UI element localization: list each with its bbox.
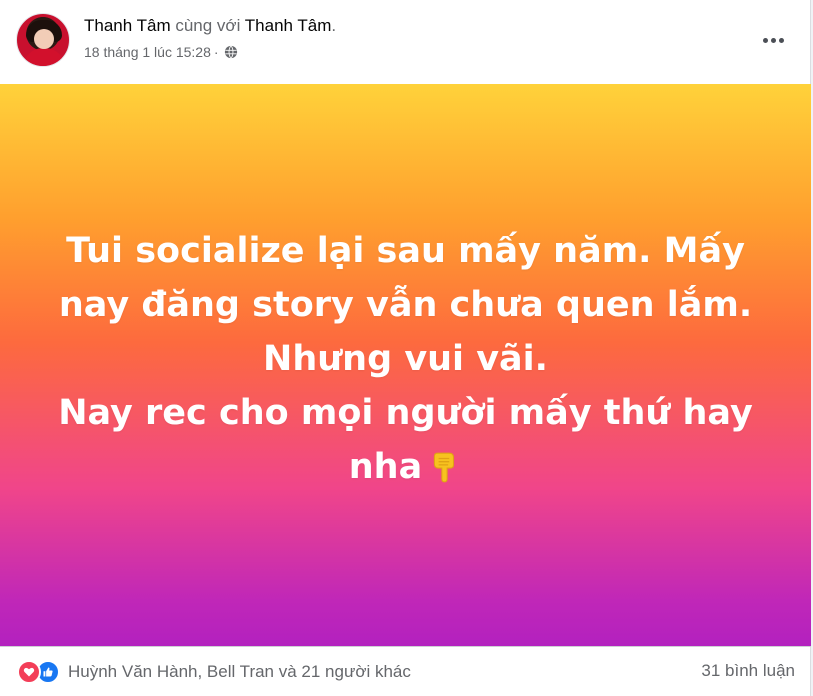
post-text-line: nay đăng story vẫn chưa quen lắm. — [58, 285, 753, 325]
post-text-line: Nay rec cho mọi người mấy thứ hay — [58, 393, 753, 433]
post-text-line: nha — [348, 447, 423, 487]
reactions-summary[interactable]: Huỳnh Văn Hành, Bell Tran và 21 người kh… — [17, 660, 411, 684]
period: . — [331, 16, 337, 35]
author-avatar[interactable] — [16, 13, 70, 67]
post-header: Thanh Tâm cùng với Thanh Tâm. 18 tháng 1… — [0, 0, 811, 84]
comment-count[interactable]: 31 bình luận — [701, 661, 795, 681]
post-meta: 18 tháng 1 lúc 15:28 · — [84, 44, 238, 60]
thumbs-up-icon — [43, 667, 53, 677]
post-card: Thanh Tâm cùng với Thanh Tâm. 18 tháng 1… — [0, 0, 811, 696]
post-text: Tui socialize lại sau mấy năm. Mấy nay đ… — [46, 224, 766, 494]
author-name[interactable]: Thanh Tâm — [84, 16, 171, 35]
globe-icon[interactable] — [224, 45, 238, 59]
post-background: Tui socialize lại sau mấy năm. Mấy nay đ… — [0, 84, 811, 646]
post-text-line-last: nha — [46, 440, 766, 494]
reaction-names[interactable]: Huỳnh Văn Hành, Bell Tran và 21 người kh… — [68, 662, 411, 682]
tagged-name[interactable]: Thanh Tâm — [245, 16, 332, 35]
author-line: Thanh Tâm cùng với Thanh Tâm. — [84, 16, 336, 36]
post-text-line: Nhưng vui vãi. — [263, 339, 548, 379]
post-timestamp[interactable]: 18 tháng 1 lúc 15:28 — [84, 44, 211, 60]
post-footer: Huỳnh Văn Hành, Bell Tran và 21 người kh… — [0, 646, 811, 696]
post-text-line: Tui socialize lại sau mấy năm. Mấy — [66, 231, 745, 271]
more-options-icon — [762, 37, 768, 43]
heart-icon — [23, 667, 35, 677]
more-options-button[interactable] — [755, 22, 791, 58]
love-icon — [17, 660, 41, 684]
with-text: cùng với — [170, 16, 245, 35]
meta-separator: · — [213, 44, 219, 60]
pointing-down-hand-icon — [434, 452, 455, 483]
